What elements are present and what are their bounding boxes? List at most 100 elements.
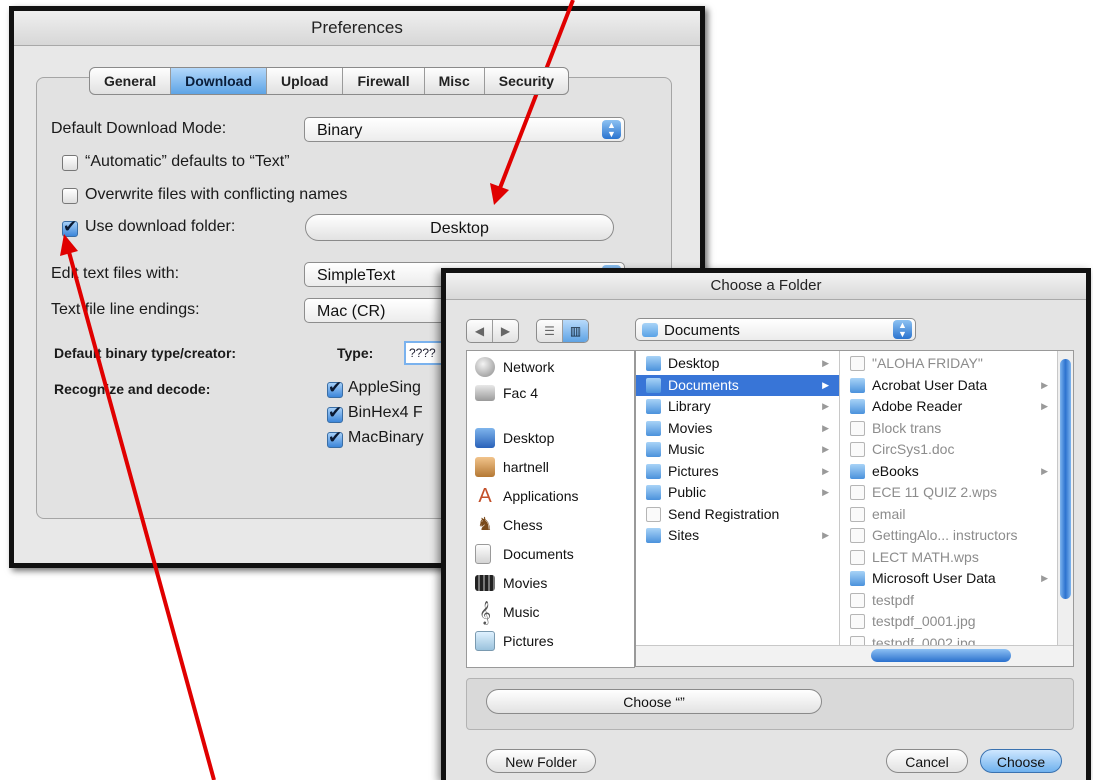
list-item[interactable]: testpdf — [840, 590, 1058, 611]
vertical-scroll-thumb[interactable] — [1060, 359, 1071, 599]
horizontal-scroll-thumb[interactable] — [871, 649, 1011, 662]
list-item-label: Block trans — [872, 419, 942, 436]
macbinary-checkbox[interactable] — [327, 428, 343, 448]
binary-type-label: Default binary type/creator: — [54, 345, 237, 361]
list-view-icon[interactable]: ☰ — [537, 320, 563, 342]
list-item[interactable]: Block trans — [840, 418, 1058, 439]
disclosure-arrow-icon: ▶ — [1041, 379, 1048, 390]
back-arrow-icon[interactable]: ◀ — [467, 320, 493, 342]
default-download-mode-value: Binary — [317, 122, 363, 139]
list-item-label: Sites — [668, 527, 700, 543]
popup-arrows-icon: ▲▼ — [602, 120, 621, 139]
choose-folder-title: Choose a Folder — [446, 273, 1086, 300]
sidebar-item-network[interactable]: Network — [475, 354, 554, 380]
list-item[interactable]: Send Registration — [636, 504, 839, 525]
list-item[interactable]: eBooks ▶ — [840, 461, 1058, 482]
overwrite-label: Overwrite files with conflicting names — [85, 186, 348, 203]
automatic-text-label: “Automatic” defaults to “Text” — [85, 153, 290, 170]
tab-misc[interactable]: Misc — [425, 68, 485, 94]
document-icon — [475, 544, 491, 564]
list-item-label: Acrobat User Data — [872, 376, 988, 393]
list-item[interactable]: Desktop ▶ — [636, 353, 839, 374]
sidebar-item-desktop[interactable]: Desktop — [475, 425, 554, 451]
line-endings-value: Mac (CR) — [317, 303, 386, 320]
list-item-label: Desktop — [668, 355, 720, 371]
default-download-mode-label: Default Download Mode: — [51, 120, 227, 137]
view-mode-control: ☰ ▥ — [536, 319, 589, 343]
sidebar-item-documents[interactable]: Documents — [475, 541, 574, 567]
sidebar-item-movies[interactable]: Movies — [475, 570, 547, 596]
automatic-text-checkbox[interactable] — [62, 155, 78, 171]
choose-folder-dialog: Choose a Folder ◀ ▶ ☰ ▥ Documents ▲ ▼ Net… — [441, 268, 1091, 780]
list-item[interactable]: CircSys1.doc — [840, 439, 1058, 460]
disclosure-arrow-icon: ▶ — [822, 465, 829, 476]
horizontal-scrollbar[interactable] — [636, 645, 1073, 666]
list-item-label: eBooks — [872, 462, 919, 479]
folder-icon — [646, 528, 661, 543]
list-item[interactable]: GettingAlo... instructors — [840, 525, 1058, 546]
sidebar-item-chess[interactable]: ♞ Chess — [475, 512, 543, 538]
list-item[interactable]: email — [840, 504, 1058, 525]
list-item[interactable]: Public ▶ — [636, 482, 839, 503]
list-item[interactable]: Adobe Reader ▶ — [840, 396, 1058, 417]
forward-arrow-icon[interactable]: ▶ — [493, 320, 518, 342]
choose-button[interactable]: Choose — [980, 749, 1062, 773]
cancel-button[interactable]: Cancel — [886, 749, 968, 773]
choose-selected-button[interactable]: Choose “” — [486, 689, 822, 714]
document-icon — [850, 549, 865, 565]
list-item[interactable]: LECT MATH.wps — [840, 547, 1058, 568]
tab-firewall[interactable]: Firewall — [343, 68, 425, 94]
vertical-scrollbar[interactable] — [1057, 351, 1073, 646]
list-item[interactable]: Movies ▶ — [636, 418, 839, 439]
back-forward-control: ◀ ▶ — [466, 319, 519, 343]
list-item[interactable]: Documents ▶ — [636, 374, 839, 396]
sidebar-item-music[interactable]: 𝄞 Music — [475, 599, 540, 625]
default-download-mode-popup[interactable]: Binary ▲ ▼ — [304, 117, 625, 142]
sidebar-item-label: Chess — [503, 517, 543, 533]
document-icon — [850, 442, 865, 457]
tab-general[interactable]: General — [90, 68, 172, 94]
disclosure-arrow-icon: ▶ — [1041, 573, 1048, 583]
sidebar-item-label: Network — [503, 359, 555, 375]
sidebar-item-hartnell[interactable]: hartnell — [475, 454, 549, 480]
sidebar-item-pictures[interactable]: Pictures — [475, 628, 554, 654]
document-icon — [850, 528, 865, 543]
column-view-icon[interactable]: ▥ — [563, 320, 588, 342]
document-icon — [850, 592, 865, 608]
sidebar-item-label: Music — [503, 604, 540, 620]
list-item-label: GettingAlo... instructors — [872, 527, 1018, 543]
folder-icon — [850, 399, 865, 414]
browser-column-1: Desktop ▶ Documents ▶ Library ▶ Movies ▶ Music ▶ P… — [636, 351, 840, 646]
download-folder-button[interactable]: Desktop — [305, 214, 614, 241]
list-item-label: ECE 11 QUIZ 2.wps — [872, 484, 998, 500]
list-item[interactable]: Sites ▶ — [636, 525, 839, 546]
tab-security[interactable]: Security — [485, 68, 568, 94]
type-label: Type: — [337, 345, 374, 361]
list-item[interactable]: "ALOHA FRIDAY" — [840, 353, 1058, 374]
list-item[interactable]: testpdf_0001.jpg — [840, 611, 1058, 632]
use-download-folder-checkbox[interactable] — [62, 217, 78, 237]
list-item-label: LECT MATH.wps — [872, 548, 979, 565]
tab-upload[interactable]: Upload — [267, 68, 344, 94]
folder-icon — [646, 377, 661, 393]
list-item[interactable]: Pictures ▶ — [636, 461, 839, 482]
list-item-label: Library — [668, 398, 711, 414]
overwrite-checkbox[interactable] — [62, 188, 78, 204]
list-item-label: Pictures — [668, 462, 719, 479]
new-folder-button[interactable]: New Folder — [486, 749, 596, 773]
applesingle-checkbox[interactable] — [327, 378, 343, 398]
desktop-icon — [475, 428, 495, 448]
list-item[interactable]: Microsoft User Data ▶ — [840, 568, 1058, 589]
sidebar-item-label: Fac 4 — [503, 385, 539, 401]
applications-icon: A — [478, 485, 492, 507]
list-item[interactable]: Acrobat User Data ▶ — [840, 375, 1058, 396]
list-item[interactable]: Music ▶ — [636, 439, 839, 460]
sidebar-item-fac4[interactable]: Fac 4 — [475, 380, 538, 406]
document-icon — [850, 485, 865, 500]
list-item[interactable]: Library ▶ — [636, 396, 839, 417]
tab-download[interactable]: Download — [171, 68, 268, 94]
binhex-checkbox[interactable] — [327, 403, 343, 423]
list-item[interactable]: ECE 11 QUIZ 2.wps — [840, 482, 1058, 503]
sidebar-item-applications[interactable]: A Applications — [475, 483, 578, 509]
location-popup[interactable]: Documents ▲ ▼ — [635, 318, 916, 341]
